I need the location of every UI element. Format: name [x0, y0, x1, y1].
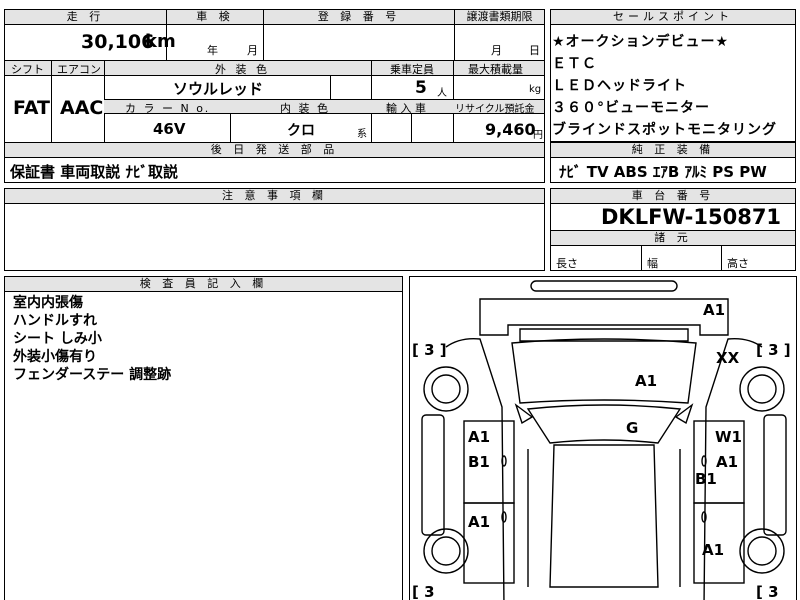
damage-mark-hood-corner: XX: [716, 349, 740, 367]
later-parts-value: 保証書 車両取説 ﾅﾋﾞ取説: [10, 163, 178, 181]
aircon-label: エアコン: [57, 63, 101, 76]
shift-label: シフト: [11, 63, 44, 76]
capacity-value: 5: [415, 78, 427, 98]
sales-points-cell: セールスポイント ★オークションデビュー★ ＥＴＣ ＬＥＤヘッドライト ３６０°…: [550, 9, 796, 142]
sales-point-item: ＬＥＤヘッドライト: [552, 78, 687, 94]
inspection-year-unit: 年: [207, 44, 218, 57]
inspector-label: 検 査 員 記 入 欄: [5, 277, 402, 292]
mileage-cell: 走 行 30,106 km: [4, 9, 176, 61]
divider: [721, 245, 722, 270]
color-no-value: 46V: [153, 120, 186, 138]
chassis-cell: 車 台 番 号 DKLFW-150871: [550, 188, 796, 231]
inspector-note: ハンドルすれ: [13, 313, 97, 329]
height-label: 高さ: [727, 257, 749, 270]
load-unit: kg: [529, 84, 542, 95]
transfer-label: 譲渡書類期限: [455, 10, 544, 25]
caution-label: 注 意 事 項 欄: [5, 189, 544, 204]
equipment-label: 純 正 装 備: [551, 143, 795, 158]
capacity-label: 乗車定員: [390, 63, 434, 76]
inspector-note: フェンダーステー 調整跡: [13, 367, 172, 383]
recycle-unit: 円: [533, 130, 543, 141]
inspection-label: 車 検: [167, 10, 263, 25]
divider: [411, 113, 412, 142]
damage-mark-windshield: G: [626, 419, 639, 437]
equipment-value: ﾅﾋﾞ TV ABS ｴｱB ｱﾙﾐ PS PW: [559, 163, 767, 181]
transfer-cell: 譲渡書類期限 月 日: [454, 9, 545, 61]
equipment-cell: 純 正 装 備 ﾅﾋﾞ TV ABS ｴｱB ｱﾙﾐ PS PW: [550, 142, 796, 183]
chassis-value: DKLFW-150871: [601, 205, 782, 229]
damage-mark-right-pillar: B1: [695, 470, 717, 488]
length-label: 長さ: [556, 257, 578, 270]
dimensions-label: 諸 元: [551, 231, 795, 246]
inspection-month-unit: 月: [247, 44, 258, 57]
damage-mark-hood: A1: [635, 372, 658, 390]
import-label: 輸 入 車: [386, 102, 426, 115]
sales-point-item: ＥＴＣ: [552, 56, 597, 72]
exterior-label: 外 装 色: [215, 63, 270, 76]
interior-suffix: 系: [357, 129, 367, 140]
damage-mark-right-front-door: W1: [715, 428, 742, 446]
spec-block: シフト エアコン 外 装 色 乗車定員 最大積載量 FAT AAC ソウルレッド…: [4, 60, 545, 143]
dimensions-cell: 諸 元 長さ 幅 高さ: [550, 230, 796, 271]
registration-cell: 登 録 番 号: [263, 9, 455, 61]
damage-mark-left-front-door-b: B1: [468, 453, 490, 471]
interior-label: 内 装 色: [280, 102, 330, 115]
car-diagram: [ 3 ] [ 3 ] [ 3 [ 3 A1 XX A1 G A1 B1 A1 …: [409, 276, 797, 600]
tire-left-front: [ 3 ]: [412, 341, 447, 359]
sales-points-label: セールスポイント: [551, 10, 795, 25]
damage-mark-left-rear-door: A1: [468, 513, 491, 531]
divider: [330, 75, 331, 99]
capacity-unit: 人: [437, 88, 447, 99]
inspection-cell: 車 検 年 月: [166, 9, 264, 61]
inspector-note: シート しみ小: [13, 331, 102, 347]
color-no-label: カ ラ ー N o.: [125, 102, 211, 115]
damage-mark-front-bumper: A1: [703, 301, 726, 319]
inspector-note: 室内内張傷: [13, 295, 83, 311]
sales-point-item: ３６０°ビューモニター: [552, 100, 710, 116]
transfer-day-unit: 日: [529, 44, 540, 57]
inspector-cell: 検 査 員 記 入 欄 室内内張傷 ハンドルすれ シート しみ小 外装小傷有り …: [4, 276, 403, 600]
tire-right-rear: [ 3: [756, 583, 779, 600]
damage-mark-right-rear-fender: A1: [702, 541, 725, 559]
sales-point-item: ★オークションデビュー★: [552, 34, 730, 50]
tire-right-front: [ 3 ]: [756, 341, 791, 359]
interior-color-value: クロ: [287, 123, 315, 139]
later-parts-label: 後 日 発 送 部 品: [5, 143, 544, 158]
divider: [51, 61, 52, 142]
inspector-note: 外装小傷有り: [13, 349, 97, 365]
damage-mark-left-front-door: A1: [468, 428, 491, 446]
transfer-month-unit: 月: [491, 44, 502, 57]
mileage-value: 30,106: [81, 31, 155, 53]
recycle-fee-value: 9,460: [485, 120, 536, 139]
shift-value: FAT: [13, 97, 50, 119]
registration-label: 登 録 番 号: [264, 10, 454, 25]
later-parts-cell: 後 日 発 送 部 品 保証書 車両取説 ﾅﾋﾞ取説: [4, 142, 545, 183]
aircon-value: AAC: [60, 97, 104, 119]
chassis-label: 車 台 番 号: [551, 189, 795, 204]
exterior-color-value: ソウルレッド: [173, 80, 264, 98]
load-label: 最大積載量: [468, 63, 523, 76]
tire-left-rear: [ 3: [412, 583, 435, 600]
damage-mark-right-front-door-b: A1: [716, 453, 739, 471]
width-label: 幅: [647, 257, 658, 270]
mileage-label: 走 行: [5, 10, 166, 25]
caution-cell: 注 意 事 項 欄: [4, 188, 545, 271]
recycle-label: リサイクル預託金: [455, 104, 535, 115]
divider: [641, 245, 642, 270]
sales-point-item: ブラインドスポットモニタリング: [552, 122, 777, 138]
